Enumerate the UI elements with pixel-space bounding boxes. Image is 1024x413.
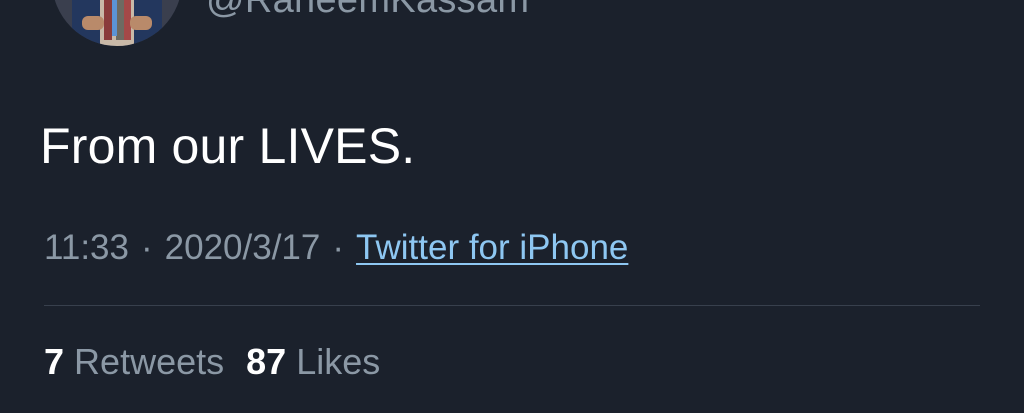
likes-label: Likes bbox=[296, 341, 381, 382]
avatar[interactable] bbox=[52, 0, 182, 46]
tweet-date: 2020/3/17 bbox=[164, 228, 321, 267]
tweet-source-link[interactable]: Twitter for iPhone bbox=[356, 228, 628, 267]
meta-separator: · bbox=[332, 228, 345, 267]
tweet-meta: 11:33 · 2020/3/17 · Twitter for iPhone bbox=[44, 226, 628, 270]
author-handle[interactable]: @RaheemKassam bbox=[206, 0, 529, 22]
tweet-detail: @RaheemKassam From our LIVES. 11:33 · 2020… bbox=[0, 0, 1024, 413]
tweet-text: From our LIVES. bbox=[40, 118, 416, 174]
tweet-time: 11:33 bbox=[44, 228, 129, 267]
likes-count: 87 bbox=[246, 341, 287, 382]
avatar-image bbox=[52, 0, 182, 46]
meta-separator: · bbox=[141, 228, 153, 267]
likes-stat[interactable]: 87 Likes bbox=[246, 341, 380, 382]
retweets-label: Retweets bbox=[74, 341, 225, 382]
retweets-count: 7 bbox=[44, 341, 65, 382]
retweets-stat[interactable]: 7 Retweets bbox=[44, 341, 224, 382]
divider bbox=[44, 305, 980, 306]
engagement-stats: 7 Retweets 87 Likes bbox=[44, 340, 380, 384]
